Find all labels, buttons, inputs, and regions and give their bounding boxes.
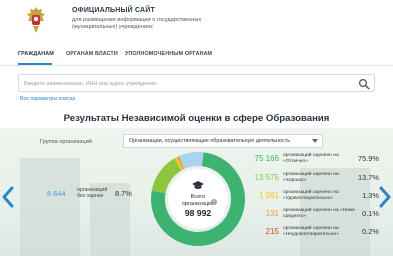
rating-row-good: 13 575 организаций оценено на «Хорошо» 1… (247, 172, 387, 187)
rating-row-below-average: 131 организаций оценено на «Ниже среднег… (247, 208, 387, 223)
search-box (18, 74, 375, 92)
coat-of-arms-icon[interactable] (24, 6, 48, 34)
rating-label: организаций оценено на «Ниже среднего» (283, 208, 355, 219)
rating-row-unsatisfactory: 215 организаций оценено на «Неудовлетвор… (247, 226, 387, 241)
chevron-down-icon (312, 139, 318, 143)
rating-percent: 13.7% (358, 173, 379, 182)
rating-label: организаций оценено на «Хорошо» (283, 172, 339, 183)
rating-count: 215 (265, 227, 279, 236)
chevron-left-icon[interactable] (2, 186, 14, 208)
rating-label: организаций оценено на «Неудовлетворител… (283, 226, 339, 237)
site-subtitle: для размещения информации о государствен… (72, 17, 202, 30)
donut-segment (174, 156, 184, 171)
rating-percent: 1.3% (362, 191, 379, 200)
help-icon[interactable]: ? (211, 199, 217, 205)
rating-count: 75 166 (254, 154, 279, 163)
site-title: ОФИЦИАЛЬНЫЙ САЙТ (72, 7, 156, 14)
group-label: Группа организаций (40, 139, 92, 145)
nav-active-indicator (18, 63, 52, 65)
rating-count: 13 575 (254, 173, 279, 182)
rating-percent: 0.2% (362, 227, 379, 236)
no-rating-percent: 8.7% (115, 189, 132, 198)
search-icon[interactable] (358, 78, 370, 90)
background-building (20, 158, 80, 256)
advanced-search-link[interactable]: Все параметры поиска (20, 96, 75, 102)
rating-label: организаций оценено на «Отлично» (283, 153, 339, 164)
rating-count: 131 (265, 209, 279, 218)
nav-item-authorized-bodies[interactable]: УПОЛНОМОЧЕННЫМ ОРГАНАМ (125, 51, 212, 57)
results-title: Результаты Независимой оценки в сфере Об… (63, 113, 330, 124)
main-nav: ГРАЖДАНАМ ОРГАНАМ ВЛАСТИ УПОЛНОМОЧЕННЫМ … (0, 46, 393, 66)
total-count: 98 992 (184, 208, 212, 219)
rating-label: организаций оценено на «Удовлетворительн… (283, 190, 339, 201)
nav-item-citizens[interactable]: ГРАЖДАНАМ (18, 51, 54, 57)
rating-row-excellent: 75 166 организаций оценено на «Отлично» … (247, 153, 387, 168)
site-header: ОФИЦИАЛЬНЫЙ САЙТ для размещения информац… (0, 0, 393, 40)
nav-item-authorities[interactable]: ОРГАНАМ ВЛАСТИ (66, 51, 118, 57)
rating-row-satisfactory: 1 261 организаций оценено на «Удовлетвор… (247, 190, 387, 205)
no-rating-label: организаций без оценки (77, 187, 108, 200)
group-select-value: Организации, осуществляющие образователь… (129, 138, 291, 144)
rating-percent: 0.1% (362, 209, 379, 218)
rating-percent: 75.9% (358, 154, 379, 163)
no-rating-count: 8 644 (47, 189, 66, 198)
search-input[interactable] (24, 78, 344, 89)
rating-count: 1 261 (258, 191, 279, 200)
donut-segment (178, 152, 204, 170)
